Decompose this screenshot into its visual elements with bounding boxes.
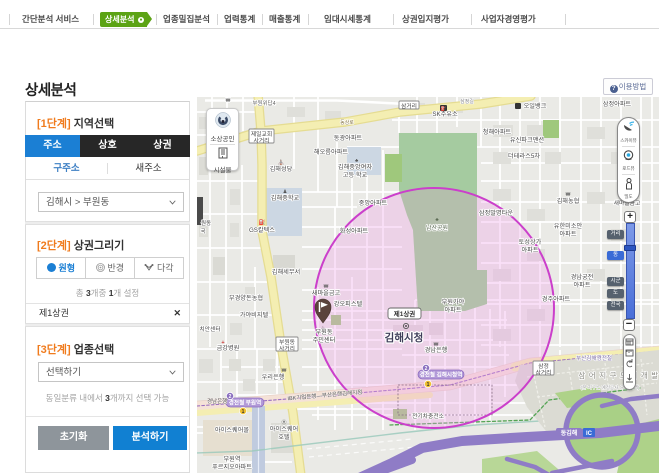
svg-text:₩: ₩ — [282, 368, 287, 374]
svg-text:남산공원: 남산공원 — [426, 224, 448, 232]
svg-text:우리은행: 우리은행 — [262, 373, 285, 381]
svg-text:2: 2 — [229, 394, 232, 400]
svg-text:제일교회: 제일교회 — [251, 130, 272, 138]
svg-text:동상로: 동상로 — [340, 119, 354, 126]
svg-text:Ⓗ: Ⓗ — [281, 419, 286, 426]
svg-text:화성아파트: 화성아파트 — [340, 227, 369, 235]
svg-text:부원위답4: 부원위답4 — [252, 99, 275, 107]
svg-text:부원동: 부원동 — [279, 338, 296, 346]
svg-text:IC: IC — [586, 431, 593, 437]
svg-text:삼어지구도시개발: 삼어지구도시개발 — [578, 370, 659, 380]
svg-text:주민센터: 주민센터 — [313, 336, 336, 344]
svg-text:1: 1 — [242, 409, 245, 415]
svg-text:₩: ₩ — [226, 98, 231, 104]
svg-text:김해중앙여자: 김해중앙여자 — [338, 163, 372, 171]
svg-text:김해중학교: 김해중학교 — [271, 194, 300, 202]
svg-text:중앙아파트: 중앙아파트 — [359, 199, 388, 207]
svg-text:+: + — [221, 340, 224, 346]
svg-text:⛪: ⛪ — [278, 158, 285, 166]
svg-text:부원가야: 부원가야 — [442, 298, 465, 306]
svg-text:경남은행: 경남은행 — [207, 397, 227, 405]
svg-text:청해아파트: 청해아파트 — [483, 128, 512, 136]
svg-text:사거리: 사거리 — [279, 345, 295, 353]
svg-text:아파트: 아파트 — [559, 230, 576, 238]
svg-text:삼정말명타운: 삼정말명타운 — [479, 209, 513, 217]
svg-text:GS칼텍스: GS칼텍스 — [249, 226, 275, 234]
svg-text:호텔: 호텔 — [278, 433, 290, 441]
svg-text:₩: ₩ — [434, 342, 439, 348]
svg-text:삼거리: 삼거리 — [401, 102, 417, 110]
svg-text:부원역: 부원역 — [223, 455, 240, 463]
svg-text:원동: 원동 — [201, 219, 211, 227]
svg-text:국: 국 — [200, 228, 205, 235]
svg-text:아파트: 아파트 — [573, 281, 590, 289]
svg-text:경주아파트: 경주아파트 — [542, 295, 571, 303]
svg-text:강오피스텔: 강오피스텔 — [334, 300, 363, 308]
svg-text:아이스퀘어몰: 아이스퀘어몰 — [215, 426, 249, 434]
svg-text:고등 학교: 고등 학교 — [343, 171, 368, 179]
svg-text:1: 1 — [427, 382, 430, 388]
svg-text:오일뱅크: 오일뱅크 — [524, 102, 547, 110]
svg-text:동김해: 동김해 — [561, 429, 578, 437]
svg-text:경남궁전: 경남궁전 — [571, 273, 594, 281]
svg-text:유한미소안: 유한미소안 — [554, 222, 583, 230]
svg-text:유신파크맨션: 유신파크맨션 — [510, 136, 544, 144]
svg-text:김해세무서: 김해세무서 — [272, 268, 300, 276]
svg-text:가야비지텔: 가야비지텔 — [240, 311, 269, 319]
svg-text:♟: ♟ — [283, 189, 287, 195]
svg-text:제1상권: 제1상권 — [394, 309, 416, 318]
svg-text:더테라스5차: 더테라스5차 — [508, 152, 540, 160]
svg-text:금강병원: 금강병원 — [217, 344, 240, 352]
svg-text:⛽: ⛽ — [441, 105, 447, 111]
svg-text:삼거리: 삼거리 — [536, 369, 552, 377]
svg-text:아이스퀘어: 아이스퀘어 — [270, 425, 298, 433]
svg-text:토성상가: 토성상가 — [519, 238, 542, 246]
svg-text:부경양돈농협: 부경양돈농협 — [229, 294, 263, 302]
svg-text:경전철 부원역: 경전철 부원역 — [229, 399, 261, 407]
svg-text:삼정: 삼정 — [538, 362, 549, 370]
svg-text:김해농협: 김해농협 — [557, 197, 580, 205]
svg-text:치안센터: 치안센터 — [199, 325, 220, 333]
svg-text:사거리: 사거리 — [254, 137, 270, 145]
svg-text:삼정길: 삼정길 — [460, 98, 474, 105]
svg-text:김해성당: 김해성당 — [270, 165, 293, 173]
svg-text:김해시청: 김해시청 — [385, 331, 424, 344]
svg-text:부산김해경전철: 부산김해경전철 — [576, 354, 612, 362]
svg-text:⛽: ⛽ — [259, 219, 266, 226]
svg-text:아파트: 아파트 — [444, 306, 461, 314]
svg-text:새마을금고: 새마을금고 — [312, 289, 341, 297]
svg-text:푸르지오아파트: 푸르지오아파트 — [212, 463, 252, 471]
svg-text:2: 2 — [425, 366, 428, 372]
svg-text:♨: ♨ — [321, 325, 325, 330]
svg-text:해오름아파트: 해오름아파트 — [314, 148, 348, 156]
svg-text:₩: ₩ — [324, 284, 329, 290]
svg-text:삼정아파트: 삼정아파트 — [603, 100, 632, 108]
svg-text:₩: ₩ — [566, 192, 571, 198]
svg-text:SK주유소: SK주유소 — [432, 111, 458, 118]
svg-text:동광아파트: 동광아파트 — [334, 134, 363, 142]
svg-text:전기차충전소: 전기차충전소 — [412, 412, 445, 420]
svg-text:아파트: 아파트 — [521, 246, 538, 254]
